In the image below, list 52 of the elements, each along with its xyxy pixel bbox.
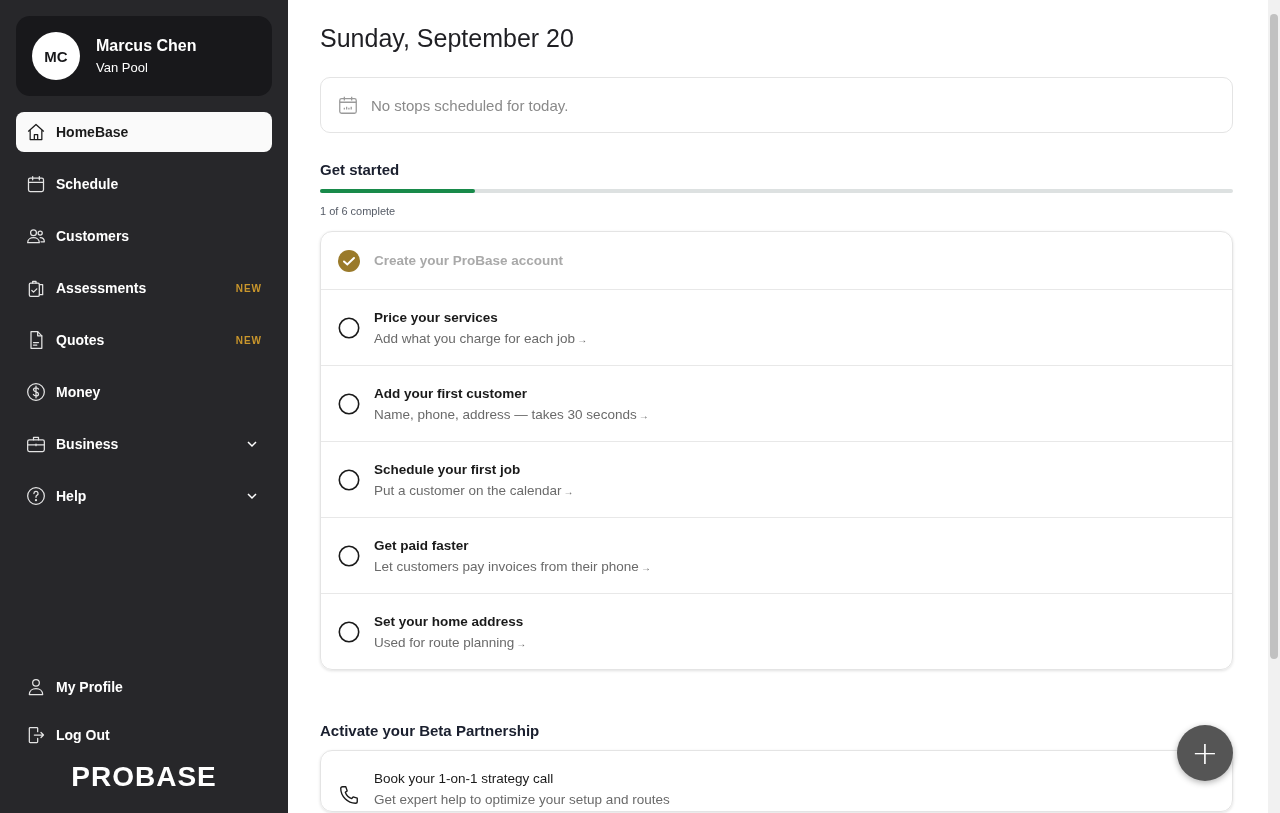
- progress-text: 1 of 6 complete: [320, 205, 397, 217]
- nav-item[interactable]: Schedule: [16, 164, 272, 204]
- avatar: MC: [32, 32, 80, 80]
- dollar-icon: [26, 382, 46, 402]
- step-title: Set your home address: [374, 613, 525, 629]
- step-title: Get paid faster: [374, 537, 470, 553]
- date-heading: Sunday, September 20: [320, 24, 575, 53]
- calendar-icon: [337, 94, 359, 116]
- step-title: Create your ProBase account: [374, 253, 564, 268]
- nav-item[interactable]: Money: [16, 372, 272, 412]
- section-title: Activate your Beta Partnership: [320, 722, 541, 739]
- clipboard-icon: [26, 278, 46, 298]
- step-description: Put a customer on the calendar→: [374, 482, 574, 498]
- checklist-item[interactable]: Add your first customer Name, phone, address — takes 30 seconds→: [321, 365, 1232, 441]
- step-description: Name, phone, address — takes 30 seconds→: [374, 406, 649, 422]
- checklist-item[interactable]: Set your home address Used for route planning→: [321, 593, 1232, 669]
- step-title: Price your services: [374, 309, 499, 325]
- section-title: Get started: [320, 161, 401, 178]
- checklist-item[interactable]: Price your services Add what you charge for each job→: [321, 289, 1232, 365]
- checklist-item[interactable]: Get paid faster Let customers pay invoices from their phone→: [321, 517, 1232, 593]
- nav-item[interactable]: Help: [16, 476, 272, 516]
- nav-item[interactable]: HomeBase: [16, 112, 272, 152]
- log-out-link[interactable]: Log Out: [16, 715, 272, 755]
- new-label: NEW: [235, 334, 262, 346]
- profile-link[interactable]: My Profile: [16, 667, 272, 707]
- nav-item[interactable]: Assessments NEW: [16, 268, 272, 308]
- add-button[interactable]: +: [1177, 725, 1233, 781]
- logo: PROBASE: [70, 761, 218, 793]
- home-icon: [26, 122, 46, 142]
- step-description: Add what you charge for each job→: [374, 330, 588, 346]
- people-icon: [26, 226, 46, 246]
- checklist-item[interactable]: Schedule your first job Put a customer on the calendar→: [321, 441, 1232, 517]
- step-description: Get expert help to optimize your setup and routes: [374, 792, 670, 807]
- nav-item[interactable]: Business: [16, 424, 272, 464]
- exit-door-icon: [26, 725, 46, 745]
- nav-item[interactable]: Customers: [16, 216, 272, 256]
- nav-item[interactable]: Quotes NEW: [16, 320, 272, 360]
- phone-icon: [338, 784, 360, 806]
- step-description: Used for route planning→: [374, 634, 527, 650]
- step-title: Schedule your first job: [374, 461, 522, 477]
- company-name: Van Pool: [96, 60, 149, 75]
- stops-message: No stops scheduled for today.: [371, 96, 569, 114]
- step-title: Add your first customer: [374, 385, 529, 401]
- step-title: Book your 1-on-1 strategy call: [374, 771, 555, 786]
- new-label: NEW: [235, 282, 262, 294]
- step-description: Let customers pay invoices from their phone→: [374, 558, 651, 574]
- calendar-icon: [26, 174, 46, 194]
- person-icon: [26, 677, 46, 697]
- briefcase-icon: [26, 434, 46, 454]
- profile-card[interactable]: MC Marcus Chen Van Pool: [16, 16, 272, 96]
- help-icon: [26, 486, 46, 506]
- user-name: Marcus Chen: [96, 37, 197, 55]
